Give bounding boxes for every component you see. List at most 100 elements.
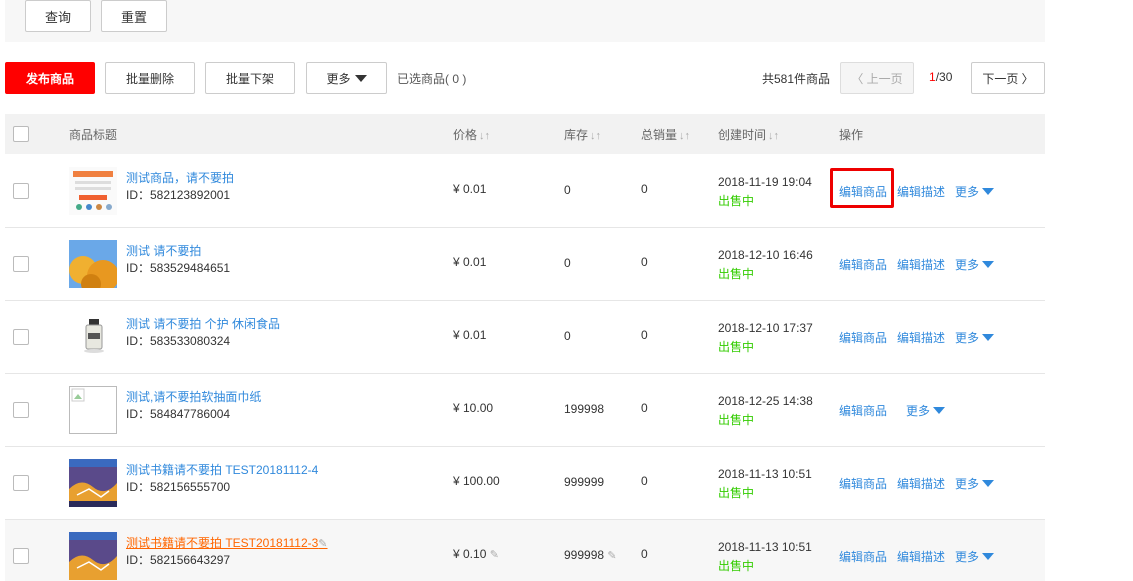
publish-product-button[interactable]: 发布商品	[5, 62, 95, 94]
status-badge: 出售中	[718, 413, 755, 427]
product-id: ID：582123892001	[126, 188, 231, 202]
product-image-icon	[69, 313, 117, 361]
table-row: 测试商品，请不要拍 ID：582123892001 ¥ 0.01 0 0 201…	[5, 155, 1045, 228]
edit-description-link[interactable]: 编辑描述	[897, 329, 945, 346]
table-row: 测试 请不要拍 ID：583529484651 ¥ 0.01 0 0 2018-…	[5, 228, 1045, 301]
next-page-button[interactable]: 下一页 〉	[971, 62, 1045, 94]
product-id: ID：582156643297	[126, 553, 231, 567]
product-image-icon	[69, 240, 117, 288]
caret-down-icon	[982, 188, 995, 195]
product-stock: 0	[564, 183, 571, 197]
product-stock: 999999	[564, 475, 605, 489]
header-stock[interactable]: 库存 ↓↑	[564, 126, 601, 143]
row-checkbox[interactable]	[13, 256, 29, 272]
status-badge: 出售中	[718, 340, 755, 354]
price-value: ¥ 0.10	[453, 547, 487, 561]
header-created[interactable]: 创建时间 ↓↑	[718, 126, 779, 143]
product-title-link[interactable]: 测试 请不要拍	[126, 242, 201, 259]
row-checkbox[interactable]	[13, 329, 29, 345]
reset-button[interactable]: 重置	[101, 0, 167, 32]
pencil-icon[interactable]: ✎	[607, 550, 616, 562]
book-cover-icon	[69, 459, 117, 507]
created-time: 2018-11-13 10:51	[718, 467, 812, 481]
prev-page-button[interactable]: 〈 上一页	[840, 62, 914, 94]
product-stock: 999998 ✎	[564, 548, 617, 562]
query-button[interactable]: 查询	[25, 0, 91, 32]
product-title-text: 测试书籍请不要拍 TEST20181112-3	[126, 536, 319, 550]
page-indicator: 1/30	[929, 70, 952, 84]
edit-description-link[interactable]: 编辑描述	[897, 548, 945, 565]
product-id: ID：584847786004	[126, 407, 231, 421]
product-price: ¥ 100.00	[453, 474, 500, 488]
edit-product-link[interactable]: 编辑商品	[839, 548, 887, 565]
edit-description-link[interactable]: 编辑描述	[897, 183, 945, 200]
edit-product-link[interactable]: 编辑商品	[839, 402, 887, 419]
product-title-link[interactable]: 测试书籍请不要拍 TEST20181112-3✎	[126, 534, 328, 551]
product-stock: 0	[564, 256, 571, 270]
row-checkbox[interactable]	[13, 183, 29, 199]
product-sales: 0	[641, 182, 648, 196]
created-time: 2018-11-13 10:51	[718, 540, 812, 554]
row-more-dropdown[interactable]: 更多	[906, 402, 946, 419]
product-thumbnail[interactable]	[69, 313, 117, 361]
header-sales[interactable]: 总销量 ↓↑	[641, 126, 690, 143]
row-checkbox[interactable]	[13, 548, 29, 564]
stock-value: 999998	[564, 548, 605, 562]
product-id: ID：583529484651	[126, 261, 231, 275]
selected-count: 已选商品( 0 )	[397, 72, 467, 86]
pencil-icon[interactable]: ✎	[318, 538, 327, 550]
more-actions-dropdown[interactable]: 更多	[306, 62, 387, 94]
sort-icon: ↓↑	[590, 130, 602, 142]
sort-icon: ↓↑	[768, 130, 780, 142]
product-thumbnail[interactable]	[69, 240, 117, 288]
toolbar: 发布商品 批量删除 批量下架 更多 已选商品( 0 ) 共581件商品 〈 上一…	[5, 62, 1045, 94]
page-total: /30	[935, 70, 953, 84]
product-price: ¥ 0.10 ✎	[453, 547, 499, 561]
edit-description-link[interactable]: 编辑描述	[897, 475, 945, 492]
pencil-icon[interactable]: ✎	[490, 549, 499, 561]
header-price[interactable]: 价格 ↓↑	[453, 126, 490, 143]
row-more-dropdown[interactable]: 更多	[955, 256, 995, 273]
bulk-delete-button[interactable]: 批量删除	[105, 62, 195, 94]
product-price: ¥ 10.00	[453, 401, 494, 415]
row-more-dropdown[interactable]: 更多	[955, 183, 995, 200]
row-checkbox[interactable]	[13, 402, 29, 418]
product-sales: 0	[641, 547, 648, 561]
bulk-offshelf-button[interactable]: 批量下架	[205, 62, 295, 94]
edit-description-link[interactable]: 编辑描述	[897, 256, 945, 273]
broken-image-icon	[70, 387, 116, 433]
product-sales: 0	[641, 474, 648, 488]
more-label: 更多	[326, 71, 351, 86]
edit-product-link[interactable]: 编辑商品	[839, 475, 887, 492]
edit-product-link[interactable]: 编辑商品	[839, 183, 887, 200]
row-more-dropdown[interactable]: 更多	[955, 475, 995, 492]
row-more-dropdown[interactable]: 更多	[955, 329, 995, 346]
product-sales: 0	[641, 401, 648, 415]
caret-down-icon	[982, 334, 995, 341]
edit-product-link[interactable]: 编辑商品	[839, 329, 887, 346]
product-title-link[interactable]: 测试书籍请不要拍 TEST20181112-4	[126, 461, 318, 478]
table-row: 测试书籍请不要拍 TEST20181112-3✎ ID：582156643297…	[5, 520, 1045, 581]
product-sales: 0	[641, 255, 648, 269]
product-price: ¥ 0.01	[453, 255, 487, 269]
sort-icon: ↓↑	[679, 130, 691, 142]
header-created-label: 创建时间	[718, 128, 767, 142]
product-title-link[interactable]: 测试商品，请不要拍	[126, 169, 234, 186]
product-thumbnail[interactable]	[69, 167, 117, 215]
row-more-label: 更多	[955, 550, 980, 564]
product-thumbnail[interactable]	[69, 386, 117, 434]
row-more-label: 更多	[955, 185, 980, 199]
select-all-checkbox[interactable]	[13, 126, 29, 142]
edit-product-link[interactable]: 编辑商品	[839, 256, 887, 273]
row-more-dropdown[interactable]: 更多	[955, 548, 995, 565]
created-time: 2018-12-10 16:46	[718, 248, 813, 262]
table-row: 测试书籍请不要拍 TEST20181112-4 ID：582156555700 …	[5, 447, 1045, 520]
product-thumbnail[interactable]	[69, 459, 117, 507]
status-badge: 出售中	[718, 486, 755, 500]
product-thumbnail[interactable]	[69, 532, 117, 580]
caret-down-icon	[982, 261, 995, 268]
product-title-link[interactable]: 测试 请不要拍 个护 休闲食品	[126, 315, 280, 332]
row-checkbox[interactable]	[13, 475, 29, 491]
product-title-link[interactable]: 测试,请不要拍软抽面巾纸	[126, 388, 261, 405]
sort-icon: ↓↑	[479, 130, 491, 142]
